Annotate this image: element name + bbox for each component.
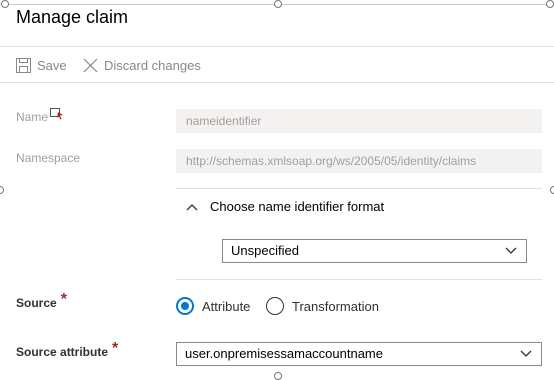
resize-handle-top-left[interactable] bbox=[1, 0, 9, 8]
source-attribute-value: user.onpremisessamaccountname bbox=[185, 346, 383, 361]
format-section-bottom-divider bbox=[176, 279, 542, 280]
save-button[interactable]: Save bbox=[16, 56, 67, 74]
cursor-indicator-icon bbox=[50, 108, 63, 120]
name-identifier-format-dropdown[interactable]: Unspecified bbox=[222, 239, 527, 263]
save-label: Save bbox=[37, 57, 67, 73]
required-marker: * bbox=[60, 291, 67, 308]
name-field: nameidentifier bbox=[176, 109, 542, 133]
source-radio-transformation-label: Transformation bbox=[292, 298, 379, 314]
chevron-down-icon bbox=[505, 247, 517, 254]
toolbar-bottom-divider bbox=[0, 82, 554, 83]
discard-changes-label: Discard changes bbox=[104, 57, 201, 73]
source-attribute-label-text: Source attribute bbox=[16, 345, 109, 359]
required-marker: * bbox=[112, 340, 119, 357]
source-radio-transformation[interactable]: Transformation bbox=[266, 297, 379, 315]
chevron-down-icon bbox=[520, 350, 532, 357]
toolbar-top-divider bbox=[0, 46, 554, 47]
save-icon bbox=[16, 57, 31, 73]
source-radio-attribute[interactable]: Attribute bbox=[176, 297, 250, 315]
format-section-top-divider bbox=[176, 188, 542, 189]
name-label: Name bbox=[16, 110, 49, 124]
source-label-text: Source bbox=[16, 296, 57, 310]
resize-handle-left[interactable] bbox=[0, 186, 4, 194]
source-label: Source * bbox=[16, 291, 67, 312]
discard-changes-button[interactable]: Discard changes bbox=[83, 56, 201, 74]
namespace-field: http://schemas.xmlsoap.org/ws/2005/05/id… bbox=[176, 149, 542, 173]
chevron-up-icon bbox=[186, 203, 198, 210]
source-attribute-label: Source attribute * bbox=[16, 340, 119, 361]
name-identifier-format-label: Choose name identifier format bbox=[210, 199, 385, 214]
panel-title: Manage claim bbox=[16, 7, 129, 27]
radio-selected-indicator bbox=[176, 297, 194, 315]
name-identifier-format-value: Unspecified bbox=[231, 243, 299, 258]
resize-handle-top[interactable] bbox=[274, 0, 282, 8]
resize-handle-top-right[interactable] bbox=[546, 0, 554, 8]
close-icon bbox=[83, 58, 98, 72]
source-radio-attribute-label: Attribute bbox=[202, 298, 251, 314]
name-identifier-format-toggle[interactable]: Choose name identifier format bbox=[186, 199, 384, 214]
resize-handle-right[interactable] bbox=[550, 186, 554, 194]
resize-handle-bottom[interactable] bbox=[274, 372, 282, 380]
namespace-label: Namespace bbox=[16, 151, 81, 165]
source-attribute-dropdown[interactable]: user.onpremisessamaccountname bbox=[176, 342, 542, 366]
radio-unselected-indicator bbox=[266, 297, 284, 315]
